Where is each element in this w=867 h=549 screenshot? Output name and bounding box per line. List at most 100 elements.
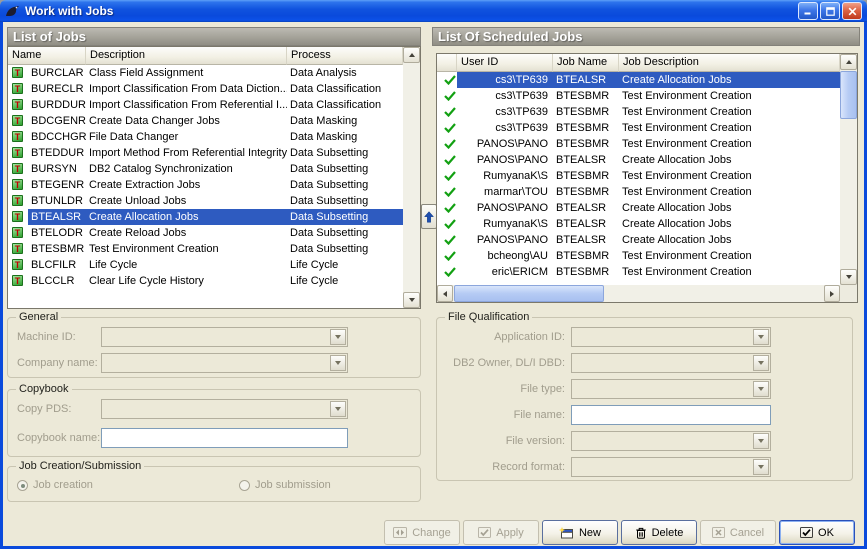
job-row[interactable]: TBTEALSRCreate Allocation JobsData Subse…	[8, 209, 403, 225]
scheduled-list-vscrollbar[interactable]	[840, 54, 857, 285]
job-row[interactable]: T BURECLRImport Classification From Data …	[8, 81, 403, 97]
sched-job-name-cell: BTESBMR	[553, 168, 619, 184]
vscrollbar-thumb[interactable]	[840, 71, 857, 119]
dropdown-arrow-icon	[330, 401, 346, 417]
job-name-cell: BURECLR	[28, 81, 86, 97]
apply-button[interactable]: Apply	[463, 520, 539, 545]
column-header[interactable]: User ID	[457, 54, 553, 72]
scroll-down-icon[interactable]	[403, 292, 420, 308]
job-row[interactable]: TBDCCHGRFile Data ChangerData Masking	[8, 129, 403, 145]
job-row[interactable]: TBURCLARClass Field AssignmentData Analy…	[8, 65, 403, 81]
job-process-cell: Data Subsetting	[287, 209, 403, 225]
column-header[interactable]	[437, 54, 457, 72]
copybook-name-input[interactable]	[101, 428, 348, 448]
record-format-combo	[571, 457, 771, 477]
ok-button[interactable]: OK	[779, 520, 855, 545]
title-bar[interactable]: Work with Jobs	[0, 0, 867, 22]
field-row: File name:	[441, 405, 771, 425]
cancel-button[interactable]: Cancel	[700, 520, 776, 545]
job-process-cell: Data Subsetting	[287, 193, 403, 209]
apply-check-icon	[478, 527, 491, 538]
scheduled-job-row[interactable]: PANOS\PANOBTESBMRTest Environment Creati…	[437, 136, 840, 152]
job-row[interactable]: TBDCGENRCreate Data Changer JobsData Mas…	[8, 113, 403, 129]
sched-job-name-cell: BTESBMR	[553, 184, 619, 200]
dropdown-arrow-icon	[753, 329, 769, 345]
job-process-cell: Life Cycle	[287, 257, 403, 273]
close-button[interactable]	[842, 2, 862, 20]
column-header[interactable]: Process	[287, 47, 403, 65]
column-header[interactable]: Job Description	[619, 54, 840, 72]
field-row: Application ID:	[441, 327, 771, 347]
scheduled-job-row[interactable]: RumyanaK\SBTEALSRCreate Allocation Jobs	[437, 216, 840, 232]
job-icon: T	[12, 163, 23, 174]
app-icon	[5, 4, 20, 18]
scroll-down-icon[interactable]	[840, 269, 857, 285]
company-name-label: Company name:	[17, 357, 101, 369]
maximize-button[interactable]	[820, 2, 840, 20]
job-row[interactable]: TBTEDDURImport Method From Referential I…	[8, 145, 403, 161]
job-row[interactable]: TBTUNLDRCreate Unload JobsData Subsettin…	[8, 193, 403, 209]
scheduled-list-hscrollbar[interactable]	[437, 285, 840, 302]
job-name-cell: BURDDUR	[28, 97, 86, 113]
user-id-cell: eric\ERICM	[457, 264, 553, 280]
schedule-job-button[interactable]	[421, 204, 437, 229]
scheduled-job-row[interactable]: PANOS\PANOBTEALSRCreate Allocation Jobs	[437, 232, 840, 248]
scheduled-job-row[interactable]: RumyanaK\SBTESBMRTest Environment Creati…	[437, 168, 840, 184]
scheduled-job-row[interactable]: cs3\TP639BTESBMRTest Environment Creatio…	[437, 104, 840, 120]
jobs-panel-title: List of Jobs	[13, 29, 86, 44]
check-icon	[437, 136, 457, 152]
sched-job-description-cell: Create Allocation Jobs	[619, 152, 840, 168]
hscrollbar-thumb[interactable]	[454, 285, 604, 302]
scheduled-job-row[interactable]: PANOS\PANOBTEALSRCreate Allocation Jobs	[437, 200, 840, 216]
button-bar: ChangeApplyNewDeleteCancelOK	[384, 520, 855, 545]
sched-job-description-cell: Create Allocation Jobs	[619, 72, 840, 88]
job-row[interactable]: TBLCCLRClear Life Cycle HistoryLife Cycl…	[8, 273, 403, 289]
job-row[interactable]: TBTEGENRCreate Extraction JobsData Subse…	[8, 177, 403, 193]
new-button[interactable]: New	[542, 520, 618, 545]
column-header[interactable]: Job Name	[553, 54, 619, 72]
copy-pds-combo	[101, 399, 348, 419]
copy-pds-label: Copy PDS:	[17, 403, 101, 415]
scheduled-job-row[interactable]: eric\ERICMBTESBMRTest Environment Creati…	[437, 264, 840, 280]
scheduled-job-row[interactable]: cs3\TP639BTESBMRTest Environment Creatio…	[437, 88, 840, 104]
job-row[interactable]: TBURDDURImport Classification From Refer…	[8, 97, 403, 113]
user-id-cell: cs3\TP639	[457, 72, 553, 88]
check-icon	[437, 104, 457, 120]
job-row[interactable]: TBTESBMRTest Environment CreationData Su…	[8, 241, 403, 257]
job-name-cell: BLCCLR	[28, 273, 86, 289]
file-version-combo	[571, 431, 771, 451]
job-icon: T	[12, 131, 23, 142]
user-id-cell: PANOS\PANO	[457, 232, 553, 248]
scroll-left-icon[interactable]	[437, 285, 453, 302]
copybook-group: Copybook Copy PDS: Copybook name:	[7, 389, 421, 457]
general-group: General Machine ID: Company name:	[7, 317, 421, 378]
job-name-cell: BTEGENR	[28, 177, 86, 193]
scheduled-job-row[interactable]: PANOS\PANOBTEALSRCreate Allocation Jobs	[437, 152, 840, 168]
column-header[interactable]: Name	[8, 47, 86, 65]
check-icon	[437, 152, 457, 168]
scroll-up-icon[interactable]	[840, 54, 857, 70]
check-icon	[437, 232, 457, 248]
check-icon	[437, 72, 457, 88]
scroll-up-icon[interactable]	[403, 47, 420, 63]
job-name-cell: BURCLAR	[28, 65, 86, 81]
change-button[interactable]: Change	[384, 520, 460, 545]
company-name-combo	[101, 353, 348, 373]
delete-button[interactable]: Delete	[621, 520, 697, 545]
scheduled-job-row[interactable]: cs3\TP639BTEALSRCreate Allocation Jobs	[437, 72, 840, 88]
job-icon: T	[12, 83, 23, 94]
check-icon	[437, 168, 457, 184]
column-header[interactable]: Description	[86, 47, 287, 65]
job-process-cell: Data Subsetting	[287, 145, 403, 161]
scheduled-job-row[interactable]: bcheong\AUBTESBMRTest Environment Creati…	[437, 248, 840, 264]
scheduled-job-row[interactable]: marmar\TOUBTESBMRTest Environment Creati…	[437, 184, 840, 200]
scheduled-job-row[interactable]: cs3\TP639BTESBMRTest Environment Creatio…	[437, 120, 840, 136]
job-row[interactable]: TBLCFILRLife CycleLife Cycle	[8, 257, 403, 273]
job-description-cell: Import Classification From Data Diction.…	[86, 81, 287, 97]
file-name-input[interactable]	[571, 405, 771, 425]
job-row[interactable]: TBURSYNDB2 Catalog SynchronizationData S…	[8, 161, 403, 177]
job-row[interactable]: TBTELODRCreate Reload JobsData Subsettin…	[8, 225, 403, 241]
minimize-button[interactable]	[798, 2, 818, 20]
scroll-right-icon[interactable]	[824, 285, 840, 302]
jobs-list-vscrollbar[interactable]	[403, 47, 420, 308]
